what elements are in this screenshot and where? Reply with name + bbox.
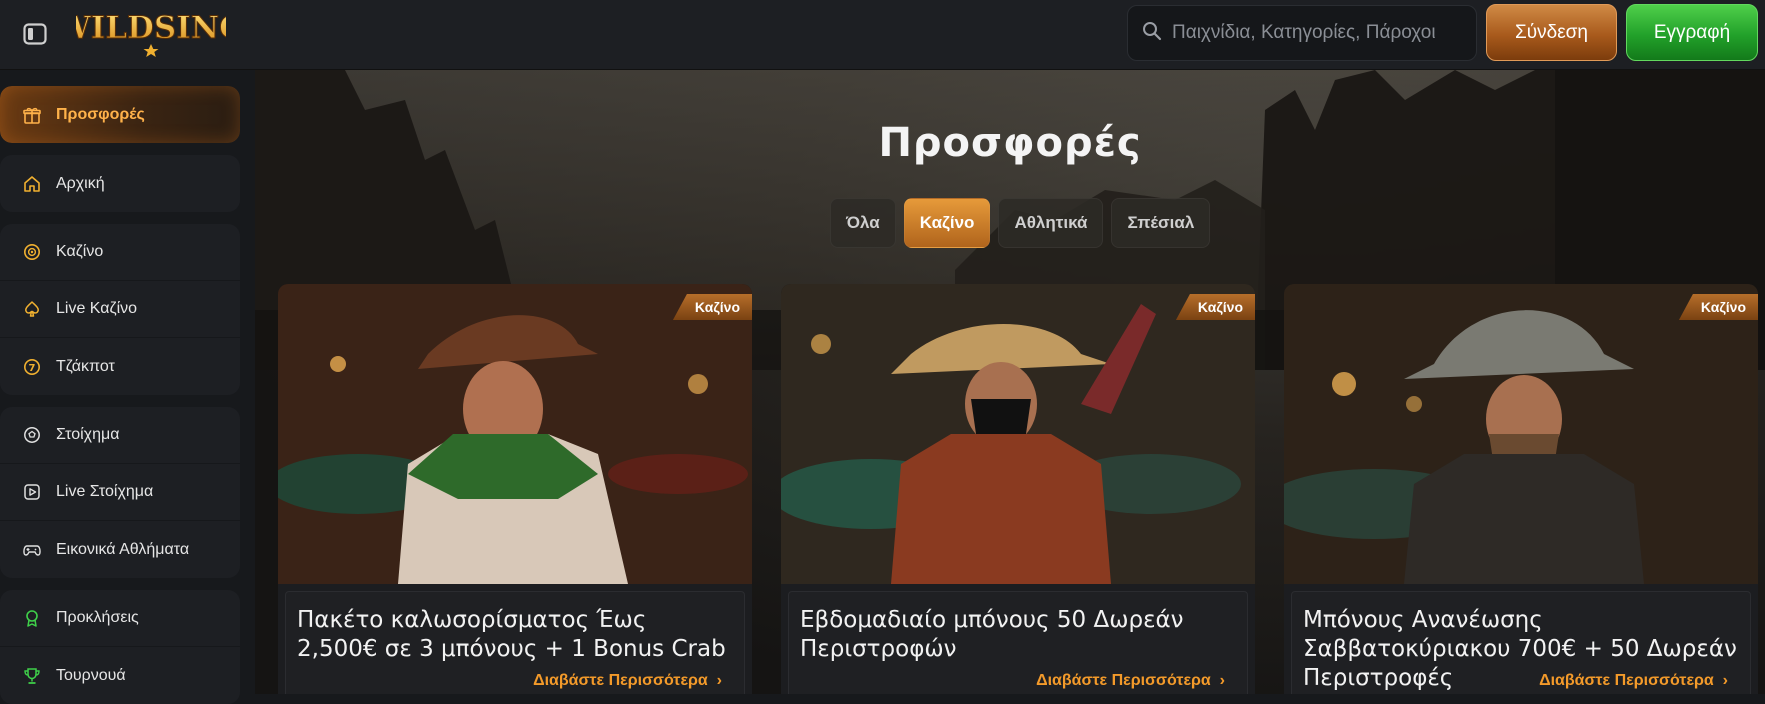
- soccer-ball-icon: [22, 425, 42, 445]
- sidebar-item-virtual-sports[interactable]: Εικονικά Αθλήματα: [0, 521, 240, 578]
- sidebar-item-live-betting[interactable]: Live Στοίχημα: [0, 464, 240, 521]
- promotions-main: Προσφορές Όλα Καζίνο Αθλητικά Σπέσιαλ Κα…: [255, 70, 1765, 694]
- read-more-link[interactable]: Διαβάστε Περισσότερα ›: [533, 672, 722, 690]
- search-input[interactable]: [1172, 22, 1472, 44]
- page-title: Προσφορές: [878, 120, 1142, 166]
- play-icon: [22, 482, 42, 502]
- top-header: WILDSINO Σύνδεση Εγγραφή: [0, 0, 1765, 70]
- gamepad-icon: [22, 540, 42, 560]
- promo-card-title: Πακέτο καλωσορίσματος Έως 2,500€ σε 3 μπ…: [297, 607, 726, 662]
- chevron-right-icon: ›: [712, 672, 722, 689]
- sidebar-item-tournaments[interactable]: Τουρνουά: [0, 647, 240, 704]
- promo-card-title: Εβδομαδιαίο μπόνους 50 Δωρεάν Περιστροφώ…: [800, 607, 1184, 662]
- gift-icon: [22, 105, 42, 125]
- search-icon: [1142, 21, 1162, 46]
- sidebar-item-live-casino[interactable]: Live Καζίνο: [0, 281, 240, 338]
- sidebar-item-label: Προσφορές: [56, 105, 145, 123]
- sidebar-item-label: Προκλήσεις: [56, 609, 139, 626]
- read-more-label: Διαβάστε Περισσότερα: [1036, 672, 1211, 689]
- sidebar-item-label: Τζάκποτ: [56, 357, 115, 375]
- tab-sports[interactable]: Αθλητικά: [998, 198, 1104, 248]
- promo-card[interactable]: Καζίνο Εβδομαδιαίο μπόνους 50 Δωρεάν Περ…: [781, 284, 1255, 694]
- sidebar-item-home[interactable]: Αρχική: [0, 155, 240, 212]
- trophy-icon: [22, 666, 42, 686]
- sidebar-item-label: Live Στοίχημα: [56, 483, 154, 500]
- read-more-label: Διαβάστε Περισσότερα: [533, 672, 708, 689]
- logo-text: WILDSINO: [76, 10, 226, 46]
- sidebar-item-promotions[interactable]: Προσφορές: [0, 86, 240, 143]
- sidebar-item-challenges[interactable]: Προκλήσεις: [0, 590, 240, 647]
- nav-group-casino: Καζίνο Live Καζίνο 7 Τζάκποτ: [0, 224, 240, 395]
- read-more-link[interactable]: Διαβάστε Περισσότερα ›: [1036, 672, 1225, 690]
- tab-casino[interactable]: Καζίνο: [903, 198, 991, 248]
- promo-card-body: Πακέτο καλωσορίσματος Έως 2,500€ σε 3 μπ…: [285, 591, 745, 694]
- home-icon: [22, 174, 42, 194]
- nav-group-events: Προκλήσεις Τουρνουά: [0, 590, 240, 704]
- read-more-link[interactable]: Διαβάστε Περισσότερα ›: [1539, 672, 1728, 690]
- sidebar-item-label: Εικονικά Αθλήματα: [56, 540, 190, 558]
- spade-icon: [22, 299, 42, 319]
- sidebar-item-casino[interactable]: Καζίνο: [0, 224, 240, 281]
- promo-card[interactable]: Καζίνο Μπόνους Ανανέωσης Σαββατοκύριακου…: [1284, 284, 1758, 694]
- tab-special[interactable]: Σπέσιαλ: [1111, 198, 1211, 248]
- chevron-right-icon: ›: [1215, 672, 1225, 689]
- cowboy-green-scarf-image: [278, 284, 752, 584]
- masked-cowboy-gun-image: [781, 284, 1255, 584]
- nav-group-promotions: Προσφορές: [0, 86, 240, 143]
- promo-card-body: Εβδομαδιαίο μπόνους 50 Δωρεάν Περιστροφώ…: [788, 591, 1248, 694]
- sidebar-toggle-icon[interactable]: [20, 20, 50, 48]
- search-box[interactable]: [1127, 5, 1477, 61]
- register-button[interactable]: Εγγραφή: [1626, 4, 1758, 61]
- promo-card-body: Μπόνους Ανανέωσης Σαββατοκύριακου 700€ +…: [1291, 591, 1751, 694]
- jackpot-icon: 7: [22, 357, 42, 377]
- tab-all[interactable]: Όλα: [830, 198, 896, 248]
- nav-group-sports: Στοίχημα Live Στοίχημα Εικονικά Αθλήματα: [0, 407, 240, 578]
- award-icon: [22, 608, 42, 628]
- sidebar-item-label: Τουρνουά: [56, 666, 126, 684]
- sidebar-item-betting[interactable]: Στοίχημα: [0, 407, 240, 464]
- read-more-label: Διαβάστε Περισσότερα: [1539, 672, 1714, 689]
- sidebar-item-label: Αρχική: [56, 174, 105, 192]
- promotion-filter-tabs: Όλα Καζίνο Αθλητικά Σπέσιαλ: [830, 198, 1211, 248]
- sidebar-item-label: Καζίνο: [56, 243, 104, 260]
- wildsino-logo[interactable]: WILDSINO: [54, 6, 247, 58]
- login-button[interactable]: Σύνδεση: [1486, 4, 1617, 61]
- sidebar-item-jackpot[interactable]: 7 Τζάκποτ: [0, 338, 240, 395]
- sidebar-item-label: Στοίχημα: [56, 426, 120, 443]
- promo-card[interactable]: Καζίνο Πακέτο καλωσορίσματος Έως 2,500€ …: [278, 284, 752, 694]
- sidebar-item-label: Live Καζίνο: [56, 300, 138, 317]
- nav-group-home: Αρχική: [0, 155, 240, 212]
- sidebar: Προσφορές Αρχική Καζίνο Live Καζίνο 7 Τζ…: [0, 70, 250, 704]
- casino-chip-icon: [22, 242, 42, 262]
- svg-text:7: 7: [29, 362, 36, 373]
- bearded-cowboy-pipe-image: [1284, 284, 1758, 584]
- chevron-right-icon: ›: [1718, 672, 1728, 689]
